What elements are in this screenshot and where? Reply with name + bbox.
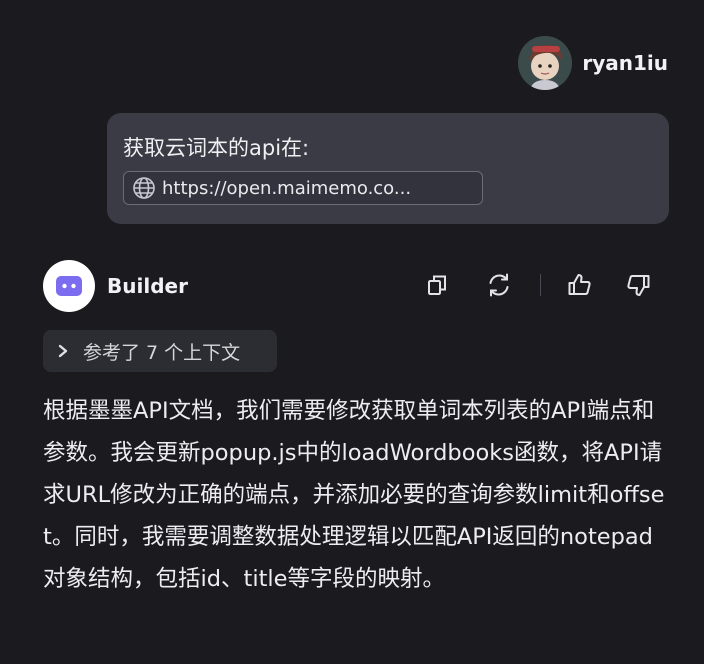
thumbs-up-icon[interactable] <box>563 268 597 302</box>
robot-icon <box>56 276 82 296</box>
context-toggle[interactable]: 参考了 7 个上下文 <box>43 330 277 372</box>
message-actions <box>420 268 655 302</box>
bot-response-text: 根据墨墨API文档，我们需要修改获取单词本列表的API端点和参数。我会更新pop… <box>43 398 665 592</box>
user-header: ryan1iu <box>518 36 668 90</box>
user-avatar-image <box>518 36 573 90</box>
user-message-bubble: 获取云词本的api在: https://open.maimemo.co... <box>107 113 669 224</box>
context-label: 参考了 7 个上下文 <box>83 341 241 364</box>
copy-icon[interactable] <box>420 268 454 302</box>
link-text[interactable]: https://open.maimemo.co... <box>162 178 411 199</box>
bot-avatar <box>43 260 95 312</box>
chevron-right-icon <box>57 344 69 358</box>
user-message-text: 获取云词本的api在: <box>123 136 310 160</box>
link-chip[interactable]: https://open.maimemo.co... <box>123 171 483 205</box>
actions-divider <box>540 274 541 296</box>
bot-name: Builder <box>107 274 188 298</box>
thumbs-down-icon[interactable] <box>621 268 655 302</box>
user-name: ryan1iu <box>582 51 668 75</box>
globe-icon <box>132 176 156 200</box>
user-avatar[interactable] <box>518 36 573 90</box>
bot-header: Builder <box>43 260 188 312</box>
regenerate-icon[interactable] <box>482 268 516 302</box>
